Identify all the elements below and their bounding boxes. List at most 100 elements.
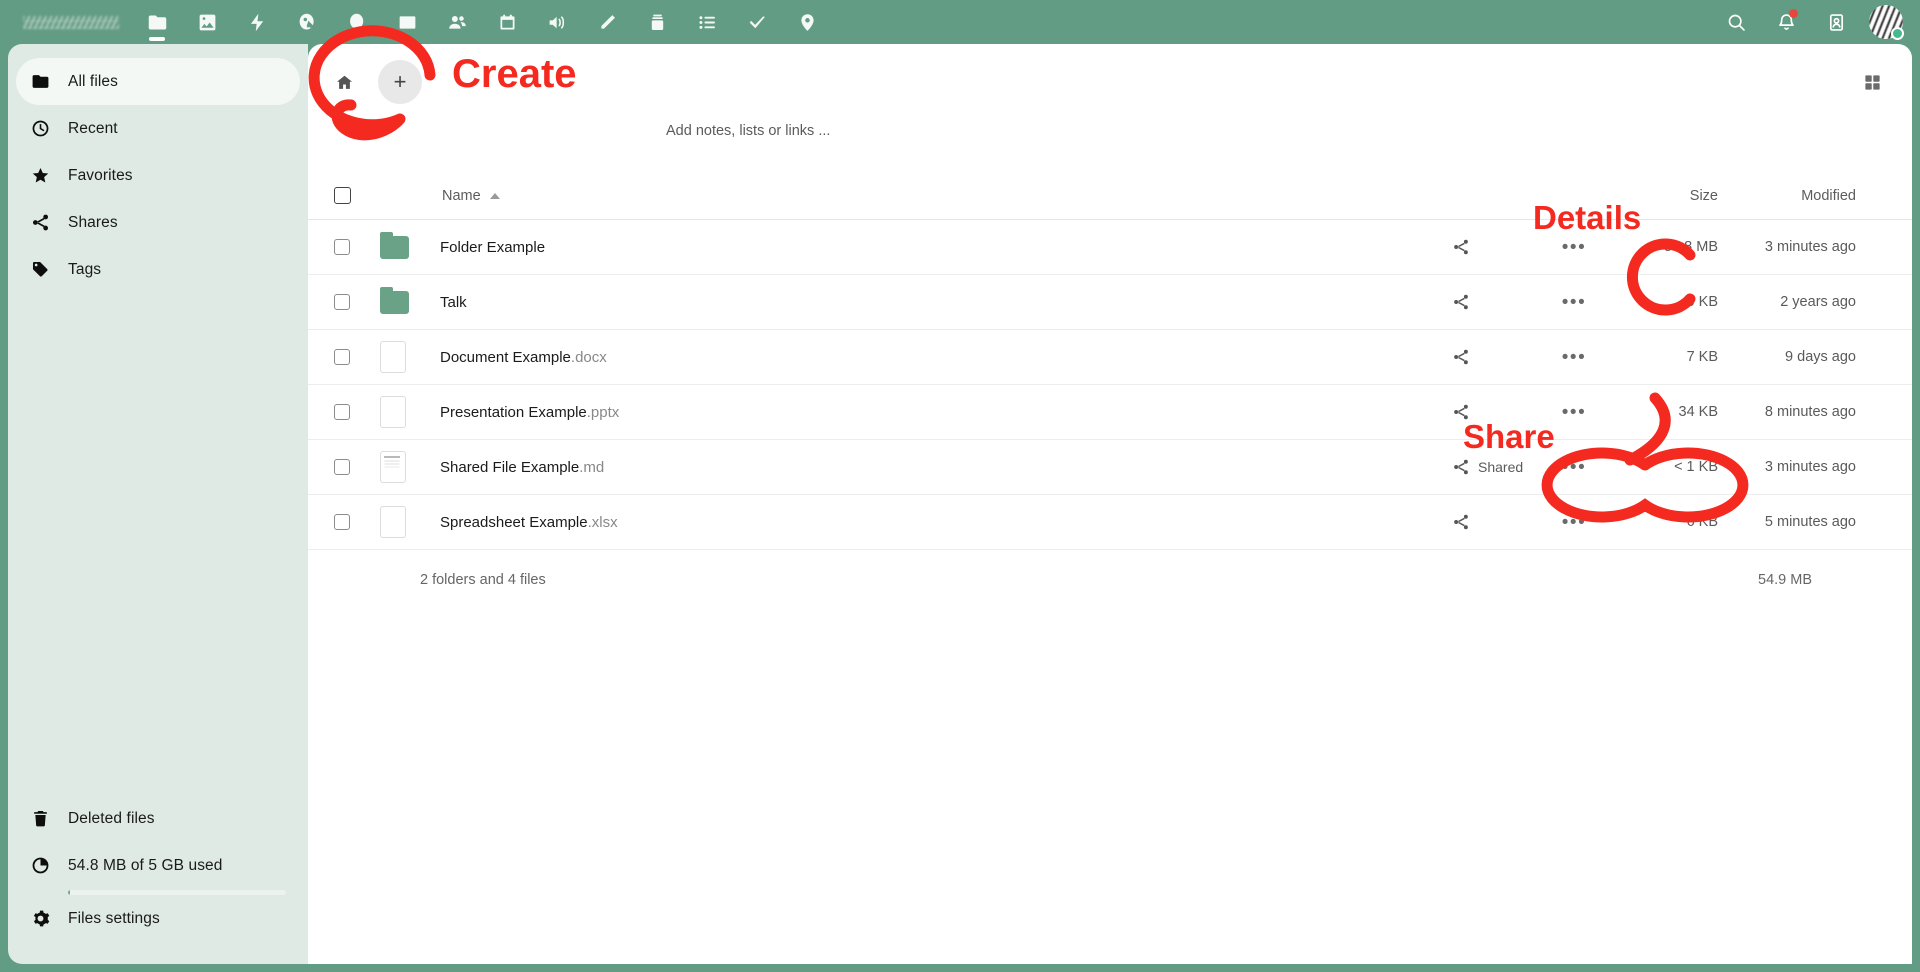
row-select-cell bbox=[322, 404, 380, 420]
create-new-button[interactable]: + bbox=[378, 60, 422, 104]
app-icon-tasks[interactable] bbox=[682, 0, 732, 44]
column-header-size[interactable]: Size bbox=[1610, 188, 1726, 204]
row-actions-menu-button[interactable]: ••• bbox=[1562, 513, 1586, 532]
row-share-cell bbox=[1446, 508, 1538, 536]
table-row[interactable]: Spreadsheet Example.xlsx ••• 6 KB 5 minu… bbox=[308, 495, 1912, 550]
star-icon bbox=[30, 166, 51, 185]
row-checkbox[interactable] bbox=[334, 459, 350, 475]
nextcloud-logo[interactable] bbox=[16, 0, 126, 44]
row-select-cell bbox=[322, 514, 380, 530]
table-row[interactable]: Shared File Example.md Shared ••• < 1 KB… bbox=[308, 440, 1912, 495]
sidebar-item-shares[interactable]: Shares bbox=[16, 199, 300, 246]
file-name: Shared File Example bbox=[440, 458, 580, 476]
notification-badge-dot bbox=[1789, 9, 1798, 18]
app-icon-contacts[interactable] bbox=[432, 0, 482, 44]
contacts-menu-button[interactable] bbox=[1812, 0, 1860, 44]
file-name-link[interactable]: Spreadsheet Example.xlsx bbox=[434, 514, 1446, 531]
app-icon-search-app[interactable] bbox=[332, 0, 382, 44]
presentation-file-icon bbox=[380, 396, 406, 428]
quota-progress-bar bbox=[68, 890, 286, 895]
app-icon-announcements[interactable] bbox=[532, 0, 582, 44]
table-row[interactable]: Presentation Example.pptx ••• 34 KB 8 mi… bbox=[308, 385, 1912, 440]
row-actions-menu-button[interactable]: ••• bbox=[1562, 238, 1586, 257]
row-select-cell bbox=[322, 459, 380, 475]
file-name-link[interactable]: Presentation Example.pptx bbox=[434, 404, 1446, 421]
spreadsheet-file-icon bbox=[380, 506, 406, 538]
file-name-link[interactable]: Folder Example bbox=[434, 239, 1446, 256]
shared-status-button[interactable]: Shared bbox=[1446, 453, 1529, 481]
file-name-link[interactable]: Shared File Example.md bbox=[434, 459, 1446, 476]
select-all-checkbox[interactable] bbox=[334, 187, 351, 204]
row-checkbox[interactable] bbox=[334, 239, 350, 255]
app-icon-photos[interactable] bbox=[182, 0, 232, 44]
app-icon-collectives[interactable] bbox=[632, 0, 682, 44]
file-name-link[interactable]: Talk bbox=[434, 294, 1446, 311]
sidebar-nav-list: All files Recent Favorites Shares Tags bbox=[8, 54, 308, 293]
user-avatar-menu[interactable] bbox=[1862, 0, 1910, 44]
sidebar-item-deleted-files[interactable]: Deleted files bbox=[16, 795, 300, 842]
sidebar-item-quota[interactable]: 54.8 MB of 5 GB used bbox=[16, 842, 300, 889]
row-checkbox[interactable] bbox=[334, 514, 350, 530]
table-row[interactable]: Document Example.docx ••• 7 KB 9 days ag… bbox=[308, 330, 1912, 385]
column-header-modified[interactable]: Modified bbox=[1726, 188, 1912, 204]
sidebar-item-label: Shares bbox=[68, 213, 118, 231]
share-button[interactable] bbox=[1446, 508, 1484, 536]
table-row[interactable]: Talk ••• 0 KB 2 years ago bbox=[308, 275, 1912, 330]
share-button[interactable] bbox=[1446, 343, 1484, 371]
app-icon-mail[interactable] bbox=[382, 0, 432, 44]
nextcloud-files-app: All files Recent Favorites Shares Tags D… bbox=[0, 0, 1920, 972]
sidebar-item-label: All files bbox=[68, 72, 118, 90]
folder-icon bbox=[380, 286, 409, 314]
row-checkbox[interactable] bbox=[334, 404, 350, 420]
logo-image bbox=[23, 15, 119, 29]
tag-icon bbox=[30, 260, 51, 279]
sidebar-item-files-settings[interactable]: Files settings bbox=[16, 895, 300, 942]
table-row[interactable]: Folder Example ••• 54.8 MB 3 minutes ago bbox=[308, 220, 1912, 275]
row-actions-menu-button[interactable]: ••• bbox=[1562, 458, 1586, 477]
share-button[interactable] bbox=[1446, 288, 1484, 316]
app-icon-notes[interactable] bbox=[582, 0, 632, 44]
app-icon-activity[interactable] bbox=[232, 0, 282, 44]
search-button[interactable] bbox=[1712, 0, 1760, 44]
row-checkbox[interactable] bbox=[334, 349, 350, 365]
row-menu-cell: ••• bbox=[1538, 458, 1610, 477]
app-icon-passwords[interactable] bbox=[282, 0, 332, 44]
breadcrumb-home-button[interactable] bbox=[324, 62, 364, 102]
file-modified: 9 days ago bbox=[1785, 349, 1856, 365]
trash-icon bbox=[30, 809, 51, 828]
row-checkbox[interactable] bbox=[334, 294, 350, 310]
row-menu-cell: ••• bbox=[1538, 513, 1610, 532]
row-share-cell: Shared bbox=[1446, 453, 1538, 481]
sidebar-item-tags[interactable]: Tags bbox=[16, 246, 300, 293]
row-actions-menu-button[interactable]: ••• bbox=[1562, 348, 1586, 367]
share-button[interactable] bbox=[1446, 398, 1484, 426]
notifications-button[interactable] bbox=[1762, 0, 1810, 44]
sidebar-item-favorites[interactable]: Favorites bbox=[16, 152, 300, 199]
share-button[interactable] bbox=[1446, 233, 1484, 261]
file-size: < 1 KB bbox=[1674, 459, 1718, 475]
row-share-cell bbox=[1446, 398, 1538, 426]
app-icon-checks[interactable] bbox=[732, 0, 782, 44]
app-icon-calendar[interactable] bbox=[482, 0, 532, 44]
share-icon bbox=[30, 213, 51, 232]
clock-icon bbox=[30, 119, 51, 138]
file-size: 34 KB bbox=[1678, 404, 1719, 420]
app-icon-files[interactable] bbox=[132, 0, 182, 44]
folder-icon bbox=[30, 72, 51, 91]
sidebar-item-label: Favorites bbox=[68, 166, 133, 184]
sidebar-item-all-files[interactable]: All files bbox=[16, 58, 300, 105]
topbar-right-actions bbox=[1712, 0, 1910, 44]
column-header-name[interactable]: Name bbox=[434, 188, 1446, 204]
sidebar-item-recent[interactable]: Recent bbox=[16, 105, 300, 152]
app-icon-maps[interactable] bbox=[782, 0, 832, 44]
files-table: Name Size Modified Folder Example ••• 54… bbox=[308, 172, 1912, 610]
row-actions-menu-button[interactable]: ••• bbox=[1562, 293, 1586, 312]
select-all-cell bbox=[322, 187, 380, 204]
file-name-link[interactable]: Document Example.docx bbox=[434, 349, 1446, 366]
row-actions-menu-button[interactable]: ••• bbox=[1562, 403, 1586, 422]
row-icon-cell bbox=[380, 286, 434, 314]
file-extension: .pptx bbox=[586, 403, 620, 421]
grid-view-toggle-button[interactable] bbox=[1850, 60, 1894, 104]
top-navigation-bar bbox=[0, 0, 1920, 44]
row-icon-cell bbox=[380, 451, 434, 483]
